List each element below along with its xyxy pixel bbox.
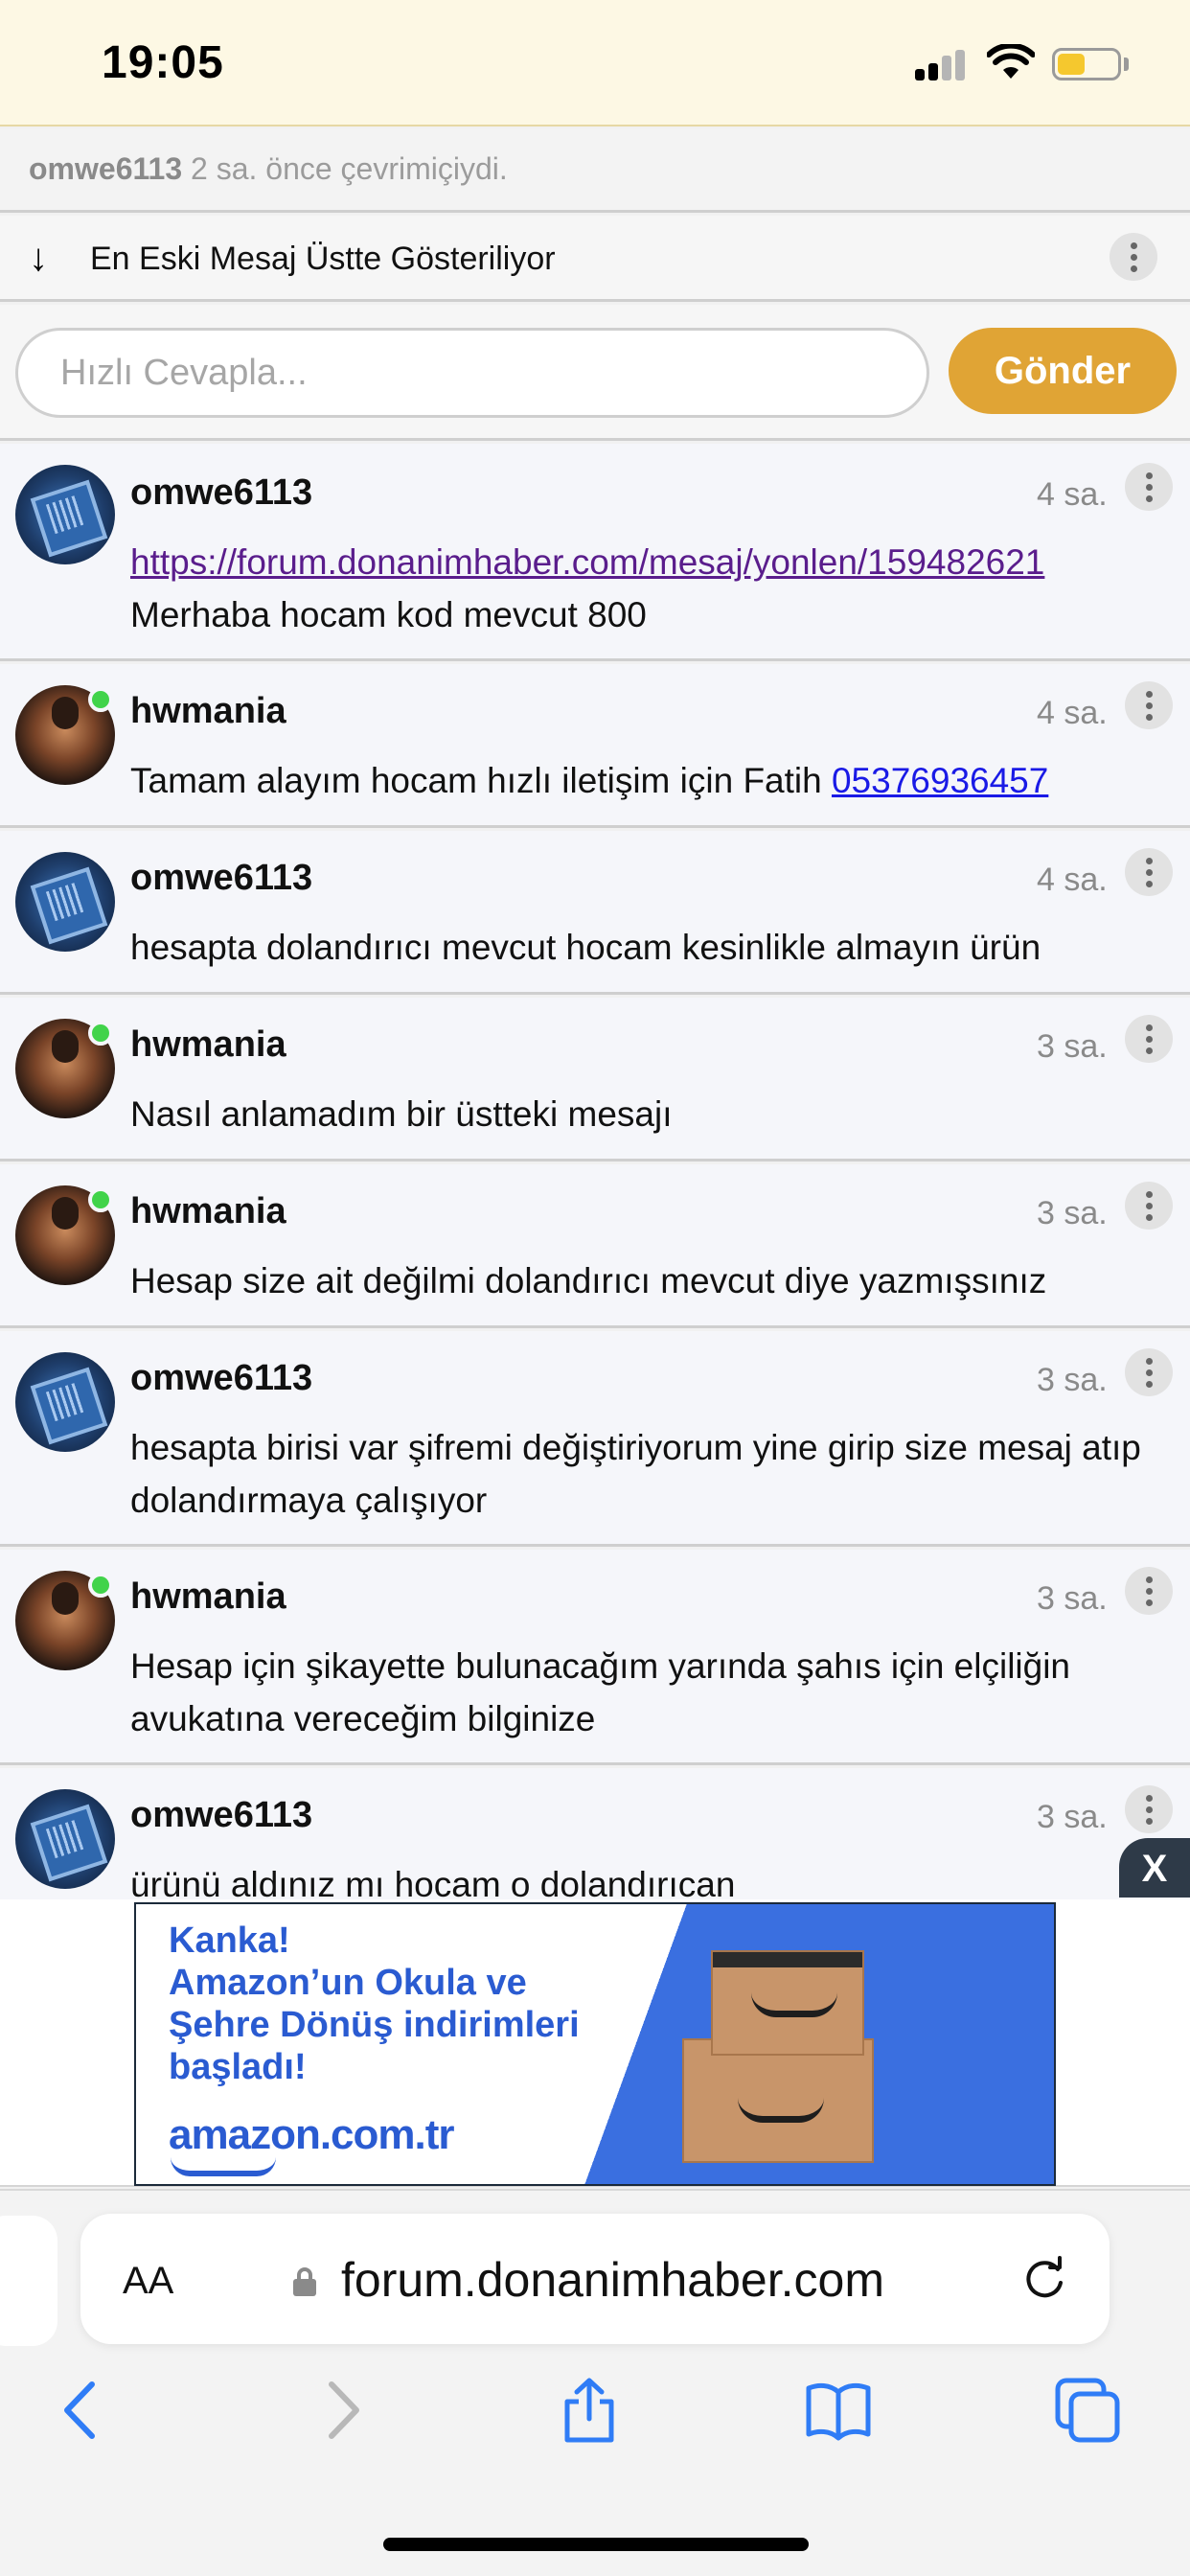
message-time: 4 sa. — [1037, 476, 1108, 513]
online-text: 2 sa. önce çevrimiçiydi. — [191, 151, 508, 186]
reload-icon[interactable] — [1019, 2256, 1069, 2306]
address-bar[interactable]: AA forum.donanimhaber.com — [80, 2214, 1110, 2344]
message-text: ürünü aldınız mı hocam o dolandırıcan — [130, 1865, 736, 1902]
avatar[interactable] — [15, 852, 115, 952]
avatar[interactable] — [15, 1352, 115, 1452]
message-text: hesapta birisi var şifremi değiştiriyoru… — [130, 1428, 1141, 1520]
tabs-icon[interactable] — [1054, 2377, 1121, 2444]
ad-close-button[interactable]: X — [1119, 1838, 1190, 1898]
amazon-logo: amazon.com.tr — [169, 2111, 455, 2158]
ad-area: Kanka! Amazon’un Okula ve Şehre Dönüş in… — [0, 1899, 1190, 2187]
bookmarks-icon[interactable] — [805, 2377, 872, 2444]
ad-headline: Kanka! Amazon’un Okula ve Şehre Dönüş in… — [169, 1920, 667, 2088]
back-icon[interactable] — [50, 2377, 117, 2444]
message-username[interactable]: hwmania — [130, 691, 286, 732]
message-username[interactable]: omwe6113 — [130, 858, 312, 899]
ad-headline-line: Kanka! — [169, 1920, 290, 1961]
quick-reply-bar: Gönder — [0, 305, 1190, 441]
message-username[interactable]: hwmania — [130, 1576, 286, 1618]
message-item: hwmania 3 sa. Hesap size ait değilmi dol… — [0, 1164, 1190, 1328]
home-indicator[interactable] — [383, 2538, 809, 2551]
message-username[interactable]: omwe6113 — [130, 472, 312, 514]
online-indicator — [88, 1573, 113, 1598]
online-status: omwe6113 2 sa. önce çevrimiçiydi. — [0, 128, 1190, 213]
status-bar: 19:05 — [0, 0, 1190, 126]
message-username[interactable]: omwe6113 — [130, 1358, 312, 1399]
message-more-icon[interactable] — [1125, 848, 1173, 896]
battery-tip — [1124, 58, 1129, 71]
package-icon — [711, 1950, 864, 2056]
ad-headline-line: Amazon’un Okula ve — [169, 1963, 527, 2003]
message-more-icon[interactable] — [1125, 1785, 1173, 1833]
message-time: 3 sa. — [1037, 1028, 1108, 1065]
message-more-icon[interactable] — [1125, 1015, 1173, 1063]
amazon-ad-banner[interactable]: Kanka! Amazon’un Okula ve Şehre Dönüş in… — [134, 1902, 1056, 2186]
message-item: omwe6113 4 sa. hesapta dolandırıcı mevcu… — [0, 831, 1190, 995]
more-options-icon[interactable] — [1110, 233, 1157, 281]
forward-icon[interactable] — [307, 2377, 374, 2444]
message-time: 4 sa. — [1037, 862, 1108, 898]
lock-icon — [293, 2267, 316, 2296]
message-username[interactable]: hwmania — [130, 1191, 286, 1232]
message-text: hesapta dolandırıcı mevcut hocam kesinli… — [130, 928, 1041, 967]
online-indicator — [88, 687, 113, 712]
message-item: omwe6113 3 sa. hesapta birisi var şifrem… — [0, 1331, 1190, 1547]
avatar[interactable] — [15, 1789, 115, 1889]
online-indicator — [88, 1021, 113, 1046]
message-item: omwe6113 3 sa. ürünü aldınız mı hocam o … — [0, 1768, 1190, 1902]
message-time: 3 sa. — [1037, 1580, 1108, 1617]
message-time: 4 sa. — [1037, 695, 1108, 731]
message-text: Nasıl anlamadım bir üstteki mesajı — [130, 1094, 673, 1134]
message-text: Hesap için şikayette bulunacağım yarında… — [130, 1646, 1071, 1738]
message-item: hwmania 4 sa. Tamam alayım hocam hızlı i… — [0, 664, 1190, 828]
message-username[interactable]: omwe6113 — [130, 1795, 312, 1836]
signal-icon — [915, 50, 965, 80]
package-icon — [682, 2038, 874, 2163]
message-item: hwmania 3 sa. Hesap için şikayette bulun… — [0, 1550, 1190, 1765]
text-size-button[interactable]: AA — [123, 2260, 173, 2303]
status-time: 19:05 — [102, 37, 224, 88]
ad-headline-line: Şehre Dönüş indirimleri — [169, 2005, 580, 2045]
message-more-icon[interactable] — [1125, 463, 1173, 511]
phone-link[interactable]: 05376936457 — [832, 761, 1048, 800]
battery-icon — [1052, 48, 1121, 80]
online-indicator — [88, 1187, 113, 1212]
avatar[interactable] — [15, 465, 115, 564]
arrow-down-icon: ↓ — [29, 237, 48, 279]
message-text: Tamam alayım hocam hızlı iletişim için F… — [130, 761, 822, 800]
message-item: omwe6113 4 sa. https://forum.donanimhabe… — [0, 444, 1190, 661]
message-time: 3 sa. — [1037, 1799, 1108, 1835]
message-more-icon[interactable] — [1125, 681, 1173, 729]
ad-headline-line: başladı! — [169, 2047, 307, 2087]
message-username[interactable]: hwmania — [130, 1024, 286, 1066]
online-username[interactable]: omwe6113 — [29, 151, 182, 186]
amazon-smile-icon — [171, 2157, 276, 2176]
quick-reply-input[interactable] — [15, 328, 929, 418]
message-text: Hesap size ait değilmi dolandırıcı mevcu… — [130, 1261, 1047, 1300]
message-text: Merhaba hocam kod mevcut 800 — [130, 595, 647, 634]
message-link[interactable]: https://forum.donanimhaber.com/mesaj/yon… — [130, 542, 1044, 582]
message-more-icon[interactable] — [1125, 1348, 1173, 1396]
sort-bar[interactable]: ↓ En Eski Mesaj Üstte Gösteriliyor — [0, 216, 1190, 302]
message-item: hwmania 3 sa. Nasıl anlamadım bir üsttek… — [0, 998, 1190, 1162]
sort-label[interactable]: En Eski Mesaj Üstte Gösteriliyor — [90, 241, 556, 278]
send-button[interactable]: Gönder — [949, 328, 1177, 414]
message-time: 3 sa. — [1037, 1362, 1108, 1398]
message-more-icon[interactable] — [1125, 1182, 1173, 1230]
share-icon[interactable] — [556, 2377, 623, 2444]
url-text[interactable]: forum.donanimhaber.com — [341, 2252, 884, 2308]
message-time: 3 sa. — [1037, 1195, 1108, 1231]
previous-tab-edge[interactable] — [0, 2216, 57, 2346]
message-more-icon[interactable] — [1125, 1567, 1173, 1615]
wifi-icon — [987, 44, 1035, 79]
text-size-label: AA — [123, 2260, 174, 2302]
